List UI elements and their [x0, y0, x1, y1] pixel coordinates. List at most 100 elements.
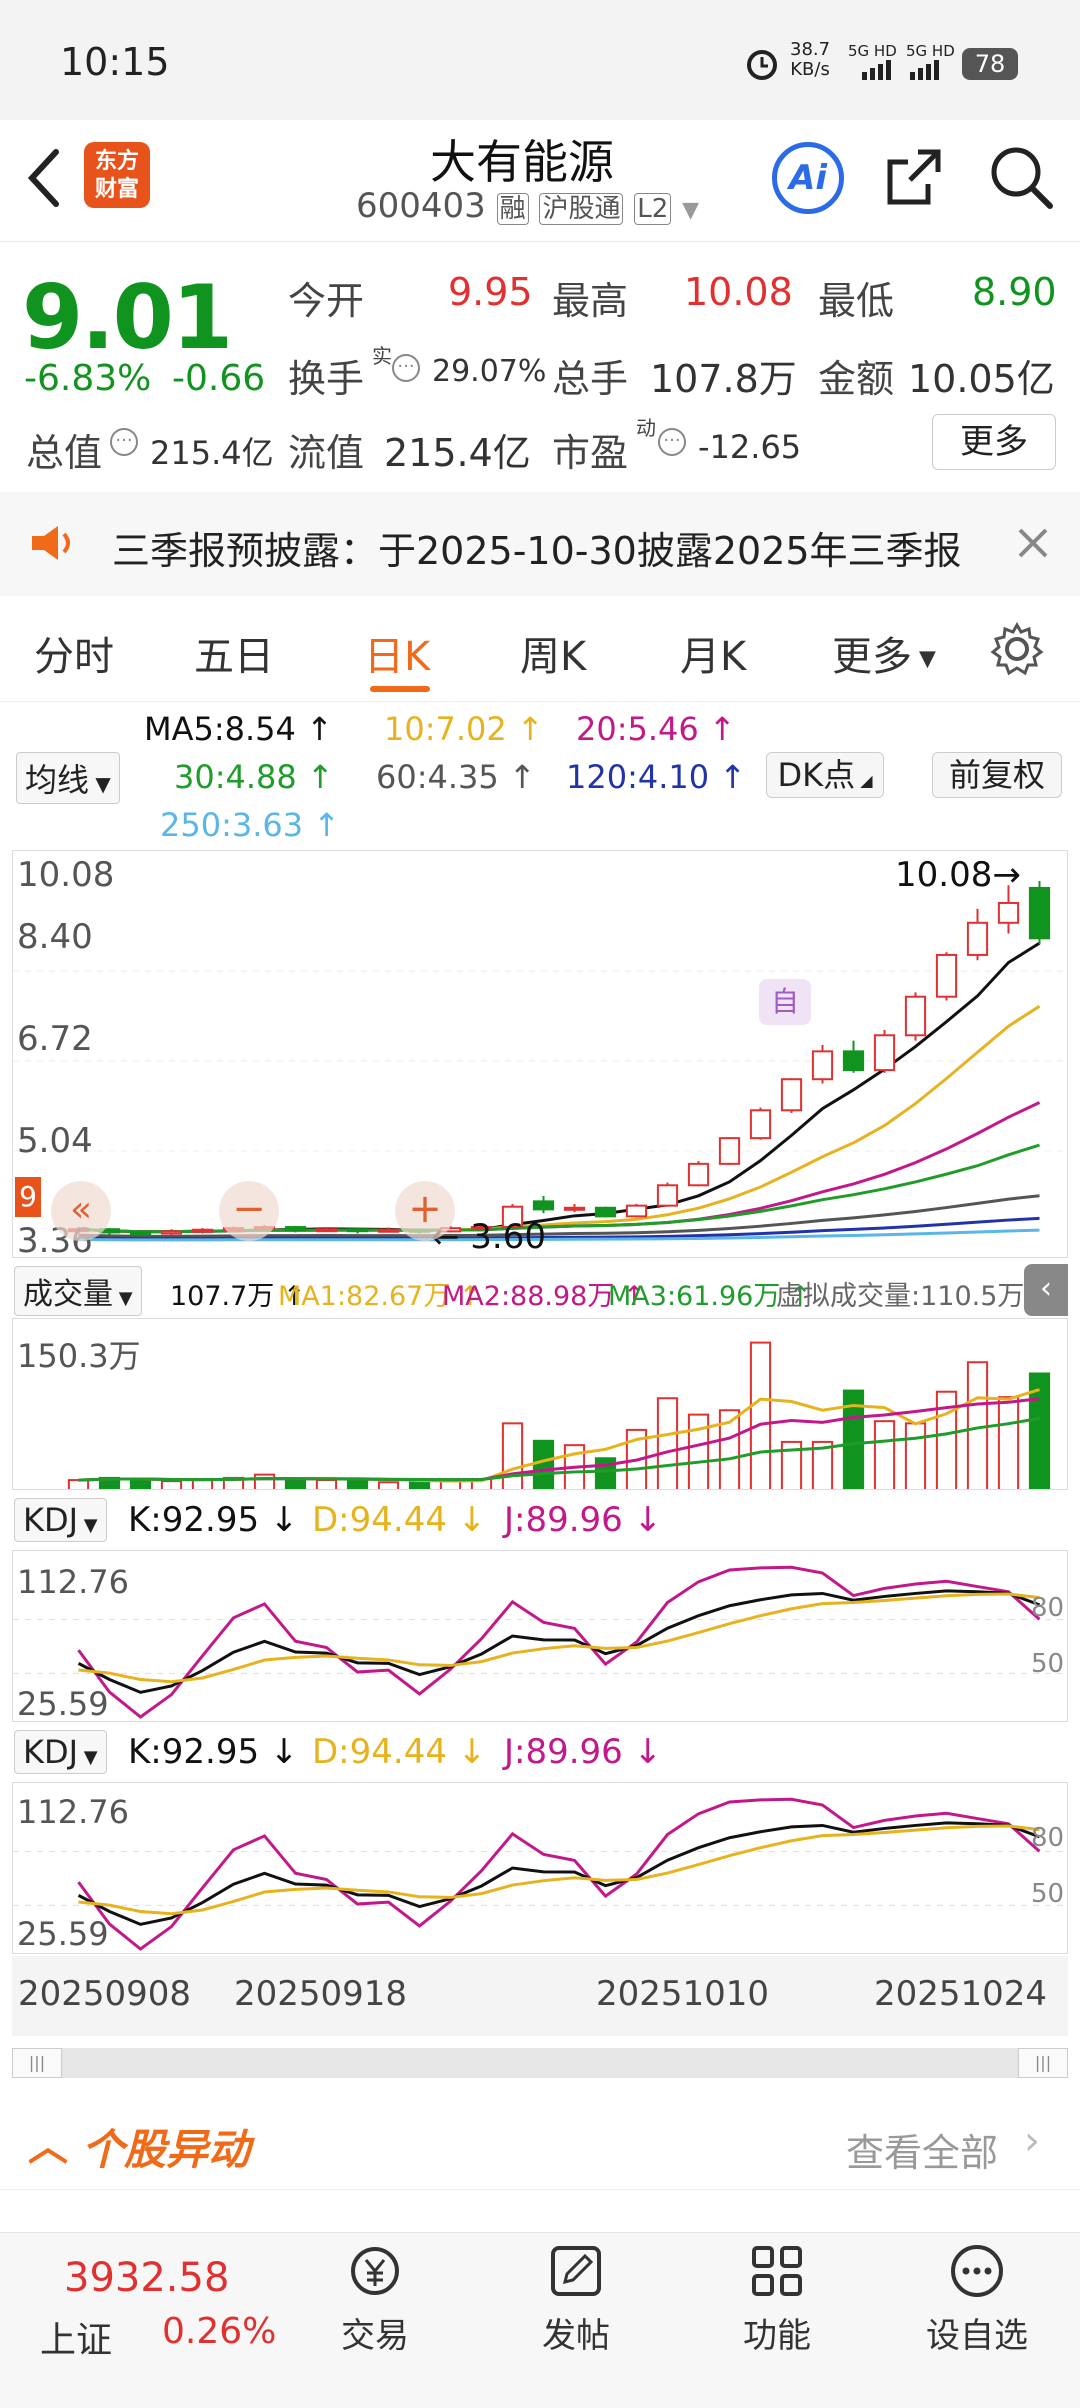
y-label-2: 8.40 [17, 917, 93, 957]
kline-chart[interactable]: 10.08 8.40 6.72 5.04 3.36 10.08→ ← 3.60 … [12, 850, 1068, 1258]
ma250-label: 250:3.63 ↑ [160, 806, 341, 844]
forward-adjust-button[interactable]: 前复权 [932, 752, 1062, 798]
stock-code-row: 600403 融 沪股通 L2 ▼ [356, 186, 699, 226]
ma5-label: MA5:8.54 ↑ [144, 710, 333, 748]
volume-bar [439, 1480, 462, 1489]
dk-point-button[interactable]: DK点 ◢ [766, 752, 884, 798]
volume-selector[interactable]: 成交量 ▼ [14, 1266, 142, 1316]
panel-collapse-icon[interactable]: ‹ [1024, 1264, 1068, 1316]
high-value: 10.08 [684, 270, 793, 314]
low-label: 最低 [818, 279, 895, 323]
kdj-top-2: 112.76 [17, 1793, 129, 1831]
kdj-50-2: 50 [1031, 1879, 1065, 1909]
date-label-4: 20251024 [874, 1974, 1048, 2014]
y-label-top: 10.08 [17, 855, 115, 895]
kdj-top-1: 112.76 [17, 1563, 129, 1601]
volume-bar [253, 1473, 276, 1489]
float-value-label: 流值 [288, 431, 365, 475]
y-label-3: 6.72 [17, 1019, 93, 1059]
nav-post[interactable]: 发帖 [511, 2240, 641, 2357]
search-icon[interactable] [986, 142, 1056, 212]
candle-body [780, 1078, 803, 1112]
settings-gear-icon[interactable] [990, 622, 1044, 676]
pe-value: -12.65 [698, 428, 802, 466]
stock-header: 东方 财富 大有能源 600403 融 沪股通 L2 ▼ Ai [0, 120, 1080, 242]
tab-intraday[interactable]: 分时 [34, 624, 114, 682]
index-name[interactable]: 上证 [40, 2311, 112, 2363]
kline-svg [13, 881, 1067, 1242]
pe-label: 市盈 [552, 431, 629, 475]
kdj-selector-1[interactable]: KDJ ▼ [14, 1498, 107, 1542]
kdj-chart-2[interactable]: 112.76 25.59 80 50 [12, 1782, 1068, 1954]
ai-button[interactable]: Ai [772, 142, 844, 214]
candle-body [625, 1204, 648, 1218]
open-label: 今开 [288, 279, 365, 323]
total-value-label: 总值 [26, 431, 103, 475]
candle-body [656, 1184, 679, 1207]
candle-body [1028, 886, 1051, 940]
date-label-2: 20250918 [234, 1974, 408, 2014]
stock-movement-section[interactable]: ︿ 个股异动 查看全部 › [0, 2100, 1080, 2190]
more-dots-icon[interactable]: ··· [658, 428, 686, 456]
kdj-80-1: 80 [1031, 1593, 1065, 1623]
speaker-icon [32, 526, 70, 560]
share-icon[interactable] [882, 144, 946, 210]
volume-chart[interactable]: 150.3万 [12, 1318, 1068, 1490]
more-dots-icon[interactable]: ··· [110, 428, 138, 456]
tab-indicator [370, 686, 430, 692]
eastmoney-logo[interactable]: 东方 财富 [84, 142, 150, 208]
date-label-3: 20251010 [596, 1974, 770, 2014]
kdj-selector-2[interactable]: KDJ ▼ [14, 1730, 107, 1774]
candle-body [284, 1226, 307, 1232]
change-percent: -6.83% [24, 358, 152, 399]
volume-bar [315, 1479, 338, 1489]
range-scrollbar[interactable]: ||| ||| [12, 2048, 1068, 2078]
more-circle-icon [951, 2245, 1003, 2297]
virtual-volume: 虚拟成交量:110.5万 [776, 1281, 1025, 1312]
zoom-out-button[interactable]: − [219, 1181, 279, 1241]
kdj-chart-1[interactable]: 112.76 25.59 80 50 [12, 1550, 1068, 1722]
view-all-link[interactable]: 查看全部 [846, 2122, 998, 2177]
more-dots-icon[interactable]: ··· [392, 354, 420, 382]
range-handle-left[interactable]: ||| [12, 2048, 62, 2078]
volume-bar [749, 1341, 772, 1489]
kdj-svg-2 [13, 1797, 1067, 1951]
tab-weekly-k[interactable]: 周K [520, 624, 586, 682]
index-value[interactable]: 3932.58 [64, 2255, 229, 2301]
nav-trade[interactable]: 交易 [310, 2240, 440, 2357]
nav-function[interactable]: 功能 [712, 2240, 842, 2357]
movement-subtabs [0, 2190, 1080, 2232]
tab-daily-k[interactable]: 日K [364, 624, 430, 682]
volume-svg [67, 1341, 1051, 1489]
nav-add-watchlist[interactable]: 设自选 [912, 2240, 1042, 2357]
kdj-svg-1 [13, 1565, 1067, 1719]
volume-bar [67, 1479, 90, 1489]
tab-five-day[interactable]: 五日 [194, 624, 274, 682]
kdj-bottom-2: 25.59 [17, 1915, 109, 1953]
volume-bar [532, 1439, 555, 1489]
kdj-k-1: K:92.95 ↓ [128, 1500, 299, 1540]
back-arrow-icon[interactable] [24, 146, 64, 210]
kdj-j-line [77, 1797, 1041, 1951]
tab-monthly-k[interactable]: 月K [680, 624, 746, 682]
high-label: 最高 [552, 279, 629, 323]
candle-body [532, 1200, 555, 1211]
pe-sup: 动 [636, 416, 656, 440]
scroll-left-button[interactable]: « [51, 1181, 111, 1241]
notice-bar[interactable]: 三季报预披露：于2025-10-30披露2025年三季报 [0, 492, 1080, 596]
volume-max-label: 150.3万 [17, 1337, 141, 1375]
more-button[interactable]: 更多 [932, 414, 1056, 470]
candle-body [997, 901, 1020, 924]
stock-name: 大有能源 [430, 135, 614, 189]
kdj-j-2: J:89.96 ↓ [504, 1732, 663, 1772]
kdj-legend-2: KDJ ▼ K:92.95 ↓ D:94.44 ↓ J:89.96 ↓ [0, 1726, 1080, 1780]
range-handle-right[interactable]: ||| [1018, 2048, 1068, 2078]
index-change[interactable]: 0.26% [162, 2311, 276, 2352]
max-price-marker: 10.08→ [895, 855, 1021, 895]
turnover-sup: 实 [372, 344, 392, 368]
ma-selector[interactable]: 均线 ▼ [16, 752, 120, 804]
tab-more[interactable]: 更多 ▼ [832, 624, 936, 682]
close-icon[interactable] [1016, 526, 1050, 560]
zoom-in-button[interactable]: + [395, 1181, 455, 1241]
chevron-down-icon[interactable]: ▼ [682, 198, 699, 223]
